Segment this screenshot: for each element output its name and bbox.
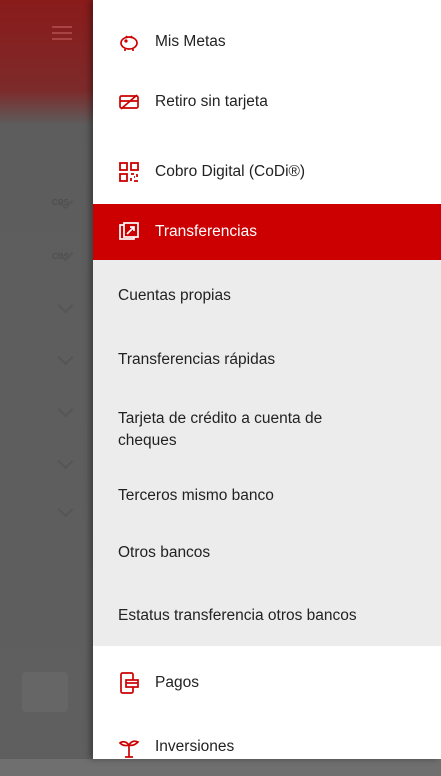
dimmed-background-app: cos cos [0,0,93,759]
submenu-item-tarjeta-credito[interactable]: Tarjeta de crédito a cuenta de cheques [93,388,441,472]
chevron-down-icon [57,349,74,366]
submenu-item-cuentas-propias[interactable]: Cuentas propias [93,260,441,332]
submenu-item-label: Otros bancos [118,544,211,561]
transferencias-submenu: Cuentas propias Transferencias rápidas T… [93,260,441,646]
payments-icon [117,671,141,695]
menu-item-label: Mis Metas [155,33,226,50]
menu-item-inversiones[interactable]: Inversiones [93,718,441,776]
submenu-item-otros-bancos[interactable]: Otros bancos [93,520,441,586]
menu-item-retiro-sin-tarjeta[interactable]: Retiro sin tarjeta [93,72,441,132]
chevron-down-icon [57,401,74,418]
menu-item-mis-metas[interactable]: Mis Metas [93,12,441,72]
menu-icon [52,26,72,44]
qr-code-icon [117,160,141,184]
piggy-bank-icon [117,30,141,54]
submenu-item-estatus-transferencia[interactable]: Estatus transferencia otros bancos [93,586,441,646]
submenu-item-label: Cuentas propias [118,287,231,304]
background-tile [22,672,68,712]
chevron-down-icon [57,501,74,518]
menu-item-label: Cobro Digital (CoDi®) [155,163,306,180]
chevron-down-icon [57,453,74,470]
menu-item-transferencias[interactable]: Transferencias [93,204,441,260]
navigation-drawer: Mis Metas Retiro sin tarjeta Cobro Digit… [93,0,441,759]
menu-item-label: Transferencias [155,223,257,240]
plant-icon [117,735,141,759]
menu-item-pagos[interactable]: Pagos [93,654,441,712]
menu-item-cobro-digital[interactable]: Cobro Digital (CoDi®) [93,140,441,204]
menu-item-label: Inversiones [155,738,235,755]
submenu-item-label: Transferencias rápidas [118,351,276,368]
menu-item-label: Retiro sin tarjeta [155,93,268,110]
chevron-down-icon [57,297,74,314]
submenu-item-transferencias-rapidas[interactable]: Transferencias rápidas [93,332,441,388]
submenu-item-label: Tarjeta de crédito a cuenta de cheques [118,410,323,449]
submenu-item-terceros-mismo-banco[interactable]: Terceros mismo banco [93,472,441,520]
submenu-item-label: Terceros mismo banco [118,487,274,504]
card-no-icon [117,90,141,114]
menu-item-label: Pagos [155,674,199,691]
transfer-icon [117,220,141,244]
submenu-item-label: Estatus transferencia otros bancos [118,607,357,624]
